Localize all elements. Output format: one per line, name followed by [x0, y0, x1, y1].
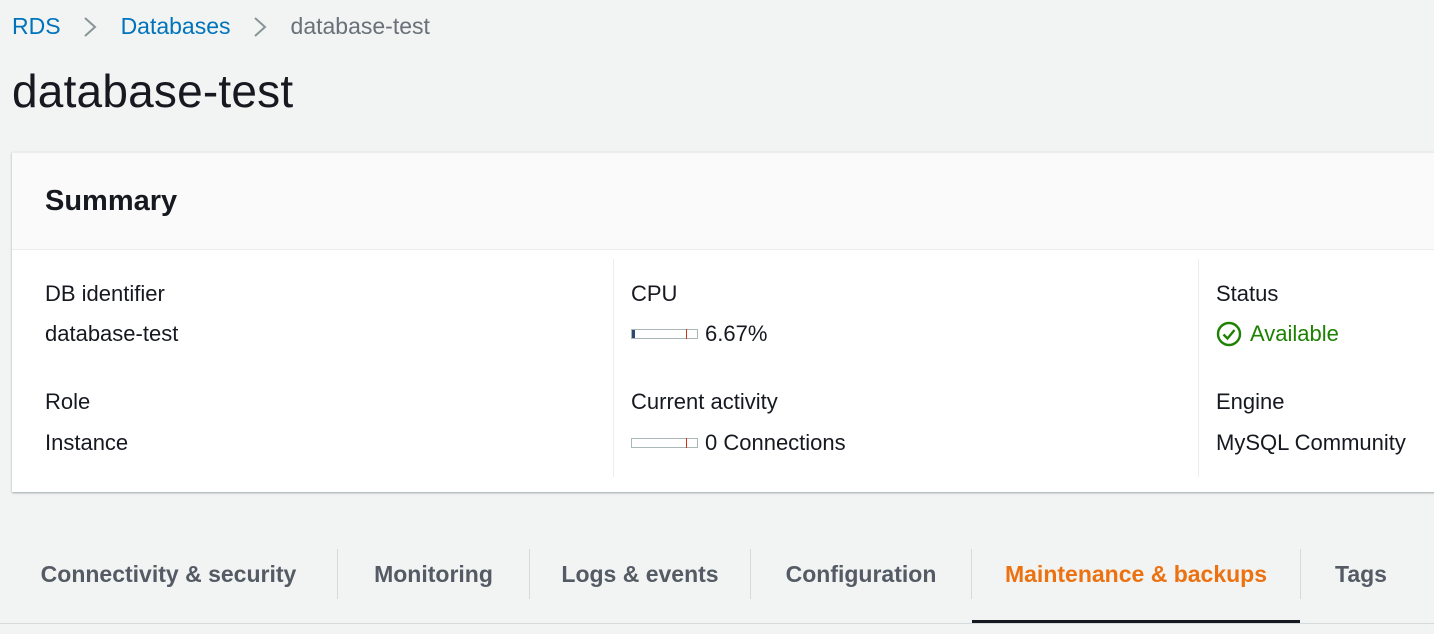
role-label: Role [45, 389, 91, 414]
current-activity-row: 0 Connections [631, 430, 846, 456]
tab-connectivity-security[interactable]: Connectivity & security [0, 548, 337, 624]
check-circle-icon [1216, 321, 1242, 347]
summary-header: Summary [12, 153, 1434, 250]
breadcrumb-current: database-test [290, 12, 430, 39]
status-value: Available [1250, 321, 1339, 346]
engine-label: Engine [1216, 389, 1285, 414]
cpu-meter [631, 329, 698, 339]
cpu-meter-threshold [686, 329, 687, 339]
tab-configuration[interactable]: Configuration [751, 548, 971, 624]
status-label: Status [1216, 281, 1279, 306]
tab-monitoring[interactable]: Monitoring [338, 548, 529, 624]
breadcrumb-databases-link[interactable]: Databases [121, 13, 231, 40]
activity-meter [631, 438, 698, 448]
breadcrumb-rds-link[interactable]: RDS [12, 13, 61, 40]
breadcrumb: RDS Databases database-test [12, 12, 430, 40]
tab-tags[interactable]: Tags [1301, 548, 1421, 624]
tab-maintenance-backups[interactable]: Maintenance & backups [972, 548, 1300, 624]
cpu-value: 6.67% [705, 321, 768, 346]
current-activity-label: Current activity [631, 389, 778, 414]
chevron-right-icon [79, 12, 103, 40]
tabs-underline [0, 623, 1434, 624]
cpu-label: CPU [631, 281, 678, 306]
db-identifier-label: DB identifier [45, 281, 165, 306]
summary-column-identity: DB identifier database-test Role Instanc… [45, 259, 605, 477]
detail-tabs: Connectivity & security Monitoring Logs … [0, 548, 1434, 624]
page-title: database-test [12, 65, 294, 117]
tab-logs-events[interactable]: Logs & events [530, 548, 750, 624]
summary-column-status: Status Available Engine MySQL Community [1198, 259, 1434, 477]
current-activity-value[interactable]: 0 Connections [705, 430, 846, 456]
db-identifier-value: database-test [45, 321, 179, 346]
summary-column-metrics: CPU 6.67% Current activity 0 Connections [613, 259, 1198, 477]
status-value-row: Available [1216, 321, 1339, 347]
activity-meter-threshold [686, 438, 687, 448]
cpu-value-row: 6.67% [631, 321, 767, 347]
cpu-meter-fill [632, 330, 635, 338]
summary-title: Summary [45, 184, 178, 217]
engine-value: MySQL Community [1216, 430, 1406, 455]
role-value: Instance [45, 430, 129, 455]
chevron-right-icon [249, 12, 273, 40]
summary-panel: Summary DB identifier database-test Role… [12, 152, 1434, 492]
